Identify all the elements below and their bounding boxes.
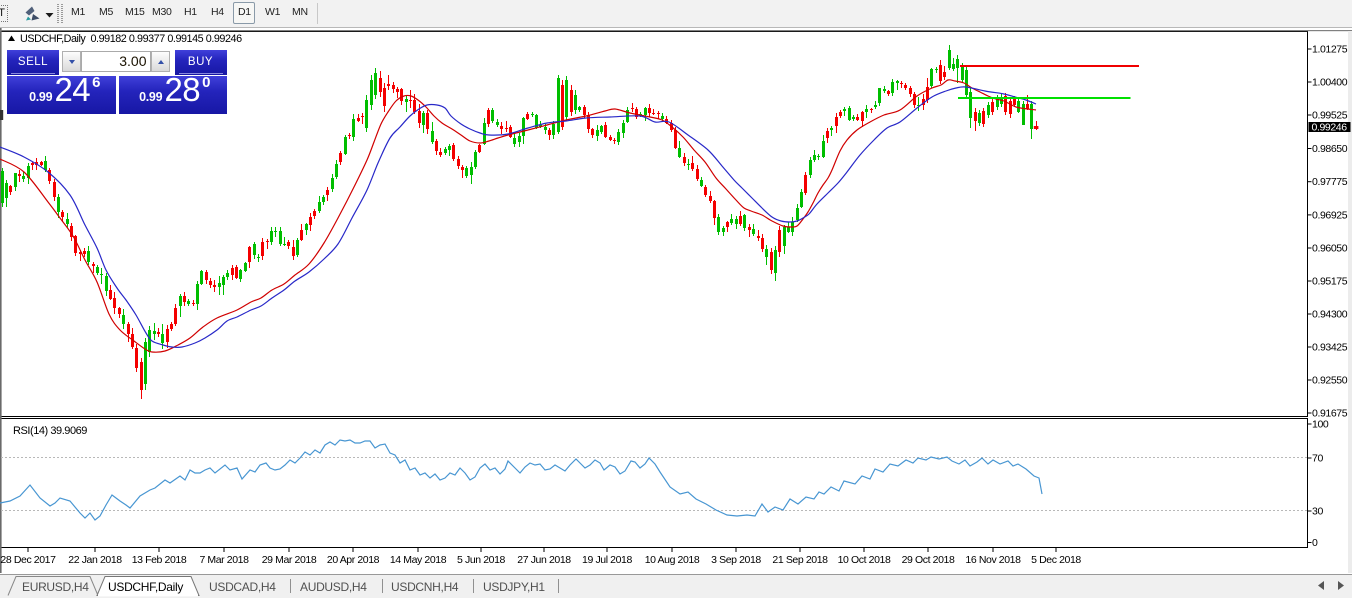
svg-text:10 Aug 2018: 10 Aug 2018 [645, 554, 700, 566]
svg-text:0.92550: 0.92550 [1312, 375, 1348, 387]
svg-text:0.99525: 0.99525 [1312, 110, 1348, 122]
svg-text:3 Sep 2018: 3 Sep 2018 [711, 554, 761, 566]
svg-text:0: 0 [1312, 537, 1318, 549]
svg-text:5 Dec 2018: 5 Dec 2018 [1031, 554, 1081, 566]
svg-text:20 Apr 2018: 20 Apr 2018 [327, 554, 380, 566]
svg-text:22 Jan 2018: 22 Jan 2018 [68, 554, 122, 566]
svg-text:27 Jun 2018: 27 Jun 2018 [517, 554, 571, 566]
svg-text:1.00400: 1.00400 [1312, 77, 1348, 89]
svg-text:30: 30 [1312, 506, 1323, 518]
svg-text:0.96925: 0.96925 [1312, 209, 1348, 221]
svg-text:7 Mar 2018: 7 Mar 2018 [199, 554, 249, 566]
svg-text:16 Nov 2018: 16 Nov 2018 [965, 554, 1021, 566]
svg-text:10 Oct 2018: 10 Oct 2018 [838, 554, 891, 566]
svg-text:0.94300: 0.94300 [1312, 309, 1348, 321]
svg-text:28 Dec 2017: 28 Dec 2017 [0, 554, 56, 566]
svg-text:21 Sep 2018: 21 Sep 2018 [772, 554, 828, 566]
svg-text:100: 100 [1312, 419, 1329, 431]
svg-text:19 Jul 2018: 19 Jul 2018 [582, 554, 632, 566]
svg-text:5 Jun 2018: 5 Jun 2018 [457, 554, 506, 566]
svg-text:RSI(14) 39.9069: RSI(14) 39.9069 [13, 425, 87, 437]
svg-text:USDCHF,Daily 0.99182 0.99377: USDCHF,Daily 0.99182 0.99377 0.99145 0.9… [20, 33, 242, 45]
svg-text:0.93425: 0.93425 [1312, 342, 1348, 354]
svg-text:1.01275: 1.01275 [1312, 44, 1348, 56]
svg-text:29 Mar 2018: 29 Mar 2018 [262, 554, 317, 566]
svg-text:13 Feb 2018: 13 Feb 2018 [132, 554, 187, 566]
svg-text:0.98650: 0.98650 [1312, 143, 1348, 155]
svg-text:14 May 2018: 14 May 2018 [390, 554, 447, 566]
svg-text:0.95175: 0.95175 [1312, 276, 1348, 288]
svg-text:29 Oct 2018: 29 Oct 2018 [902, 554, 955, 566]
svg-text:0.99246: 0.99246 [1312, 122, 1348, 134]
svg-text:70: 70 [1312, 453, 1323, 465]
svg-text:0.96050: 0.96050 [1312, 243, 1348, 255]
svg-text:0.97775: 0.97775 [1312, 176, 1348, 188]
